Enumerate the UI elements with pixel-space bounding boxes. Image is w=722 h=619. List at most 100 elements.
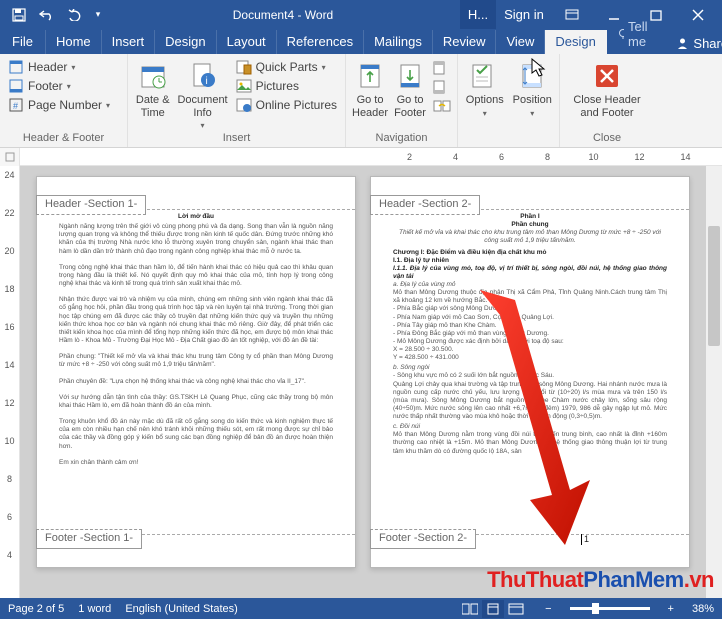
status-word-count[interactable]: 1 word <box>78 603 111 615</box>
zoom-slider[interactable] <box>570 607 650 610</box>
options-icon <box>469 60 501 92</box>
header-icon <box>8 59 24 75</box>
tab-references[interactable]: References <box>277 30 364 54</box>
date-time-button[interactable]: Date & Time <box>134 58 171 119</box>
page-2: Header -Section 2- Footer -Section 2- 1 … <box>370 176 690 568</box>
ruler-vertical[interactable]: 2422201816141210864 <box>0 166 20 598</box>
group-label-navigation: Navigation <box>346 132 457 147</box>
pictures-button[interactable]: Pictures <box>234 77 339 95</box>
tab-home[interactable]: Home <box>46 30 102 54</box>
goto-header-icon <box>354 60 386 92</box>
ruler-horizontal[interactable]: 2468101214 <box>0 148 722 166</box>
next-icon <box>433 80 449 94</box>
pages-area[interactable]: Header -Section 1- Footer -Section 1- Lờ… <box>20 166 722 598</box>
titlebar-right: H... Sign in <box>460 0 722 29</box>
zoom-out-button[interactable]: − <box>541 603 555 615</box>
options-dropdown[interactable]: Options▾ <box>464 58 506 118</box>
status-bar: Page 2 of 5 1 word English (United State… <box>0 598 722 619</box>
lightbulb-icon <box>617 28 624 40</box>
quick-access-toolbar: ▾ <box>0 3 106 27</box>
header-tag-1[interactable]: Header -Section 1- <box>36 195 146 215</box>
footer-dropdown[interactable]: Footer▾ <box>6 77 112 95</box>
share-button[interactable]: Share <box>662 33 722 54</box>
scrollbar-vertical[interactable] <box>706 166 722 598</box>
status-language[interactable]: English (United States) <box>125 603 238 615</box>
signin-button[interactable]: Sign in <box>498 0 550 29</box>
tab-layout[interactable]: Layout <box>217 30 277 54</box>
position-dropdown[interactable]: Position▾ <box>512 58 554 118</box>
footer-icon <box>8 78 24 94</box>
goto-footer-icon <box>394 60 426 92</box>
tab-view[interactable]: View <box>496 30 545 54</box>
page-1: Header -Section 1- Footer -Section 1- Lờ… <box>36 176 356 568</box>
document-workspace: 2422201816141210864 Header -Section 1- F… <box>0 166 722 598</box>
close-button[interactable] <box>678 0 718 29</box>
ribbon-group-navigation: Go to Header Go to Footer Navigation <box>346 54 458 147</box>
pictures-icon <box>236 78 252 94</box>
read-mode-button[interactable] <box>459 600 481 618</box>
print-layout-button[interactable] <box>482 600 504 618</box>
quick-parts-icon <box>236 59 252 75</box>
document-info-icon: i <box>187 60 219 92</box>
zoom-level[interactable]: 38% <box>692 603 714 615</box>
ribbon-group-close: Close Header and Footer Close <box>560 54 654 147</box>
tab-header-footer-design[interactable]: Design <box>545 30 606 54</box>
tab-file[interactable]: File <box>0 30 46 54</box>
footer-tag-2[interactable]: Footer -Section 2- <box>370 529 476 549</box>
ribbon-tabs: File Home Insert Design Layout Reference… <box>0 29 722 54</box>
status-page[interactable]: Page 2 of 5 <box>8 603 64 615</box>
redo-button[interactable] <box>62 3 88 27</box>
account-button[interactable]: H... <box>460 0 496 29</box>
page-number-icon: # <box>8 97 24 113</box>
view-buttons <box>459 600 527 618</box>
calendar-icon <box>137 60 169 92</box>
qat-customize-button[interactable]: ▾ <box>90 3 106 27</box>
document-info-dropdown[interactable]: i Document Info▾ <box>177 58 227 130</box>
tell-me-search[interactable]: Tell me <box>607 15 663 54</box>
link-icon <box>433 99 451 113</box>
position-icon <box>516 60 548 92</box>
tab-design[interactable]: Design <box>155 30 216 54</box>
nav-next-button[interactable] <box>432 79 452 95</box>
online-pictures-button[interactable]: Online Pictures <box>234 96 339 114</box>
tab-mailings[interactable]: Mailings <box>364 30 433 54</box>
group-label-close: Close <box>560 132 654 147</box>
page-number-field[interactable]: 1 <box>581 534 589 545</box>
online-pictures-icon <box>236 97 252 113</box>
ribbon-group-options: Options▾ Position▾ <box>458 54 560 147</box>
svg-text:i: i <box>205 76 207 87</box>
watermark: ThuThuatPhanMem.vn <box>487 567 714 593</box>
group-label-insert: Insert <box>128 132 345 147</box>
web-layout-button[interactable] <box>505 600 527 618</box>
nav-previous-button[interactable] <box>432 60 452 76</box>
ruler-corner <box>0 148 20 166</box>
ribbon-group-insert: Date & Time i Document Info▾ Quick Parts… <box>128 54 346 147</box>
ribbon-display-button[interactable] <box>552 0 592 29</box>
document-title: Document4 - Word <box>106 8 460 22</box>
page-2-body: Phần I Phần chung Thiết kế mở vỉa và kha… <box>393 213 667 531</box>
page-1-body: Lời mở đầu Ngành năng lượng trên thế giớ… <box>59 213 333 531</box>
group-label-options <box>458 144 559 147</box>
group-label-header-footer: Header & Footer <box>0 132 127 147</box>
goto-footer-button[interactable]: Go to Footer <box>394 58 426 119</box>
zoom-in-button[interactable]: + <box>664 603 678 615</box>
goto-header-button[interactable]: Go to Header <box>352 58 388 119</box>
ribbon: Header▾ Footer▾ #Page Number▾ Header & F… <box>0 54 722 148</box>
scrollbar-thumb[interactable] <box>708 226 720 346</box>
tab-review[interactable]: Review <box>433 30 497 54</box>
close-header-footer-button[interactable]: Close Header and Footer <box>566 58 648 119</box>
previous-icon <box>433 61 449 75</box>
footer-tag-1[interactable]: Footer -Section 1- <box>36 529 142 549</box>
link-previous-button[interactable] <box>432 98 452 114</box>
person-icon <box>676 37 689 50</box>
save-button[interactable] <box>6 3 32 27</box>
ribbon-group-header-footer: Header▾ Footer▾ #Page Number▾ Header & F… <box>0 54 128 147</box>
undo-button[interactable] <box>34 3 60 27</box>
quick-parts-dropdown[interactable]: Quick Parts▾ <box>234 58 339 76</box>
tab-insert[interactable]: Insert <box>102 30 156 54</box>
page-number-dropdown[interactable]: #Page Number▾ <box>6 96 112 114</box>
close-hf-icon <box>591 60 623 92</box>
header-tag-2[interactable]: Header -Section 2- <box>370 195 480 215</box>
svg-text:#: # <box>13 101 18 111</box>
header-dropdown[interactable]: Header▾ <box>6 58 112 76</box>
